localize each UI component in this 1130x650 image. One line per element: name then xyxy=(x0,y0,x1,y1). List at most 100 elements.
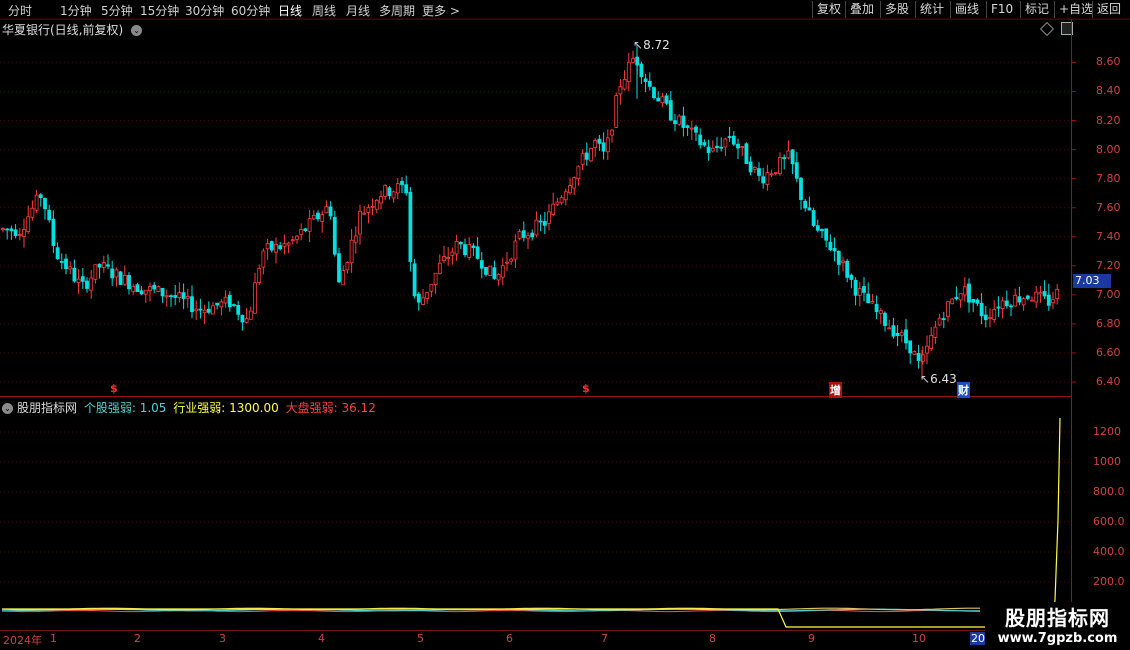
candle-down xyxy=(227,294,232,308)
candle-down xyxy=(832,247,837,252)
kline-chart xyxy=(0,18,1130,631)
candle-up xyxy=(563,191,568,201)
indicator-header: ⌄ 股朋指标网 个股强弱: 1.05 行业强弱: 1300.00 大盘强弱: 36… xyxy=(2,399,376,416)
candle-up xyxy=(467,244,472,258)
candle-down xyxy=(463,244,467,255)
price-tick-label: 7.00 xyxy=(1096,287,1121,301)
candle-up xyxy=(568,185,572,194)
candle-up xyxy=(769,173,774,176)
event-marker-dividend[interactable]: $ xyxy=(582,382,590,395)
candle-up xyxy=(614,95,619,128)
candle-up xyxy=(622,79,627,90)
candle-up xyxy=(752,166,757,170)
candle-down xyxy=(215,302,220,306)
candle-down xyxy=(744,143,749,164)
candle-up xyxy=(710,147,715,152)
candle-down xyxy=(967,283,971,303)
candle-up xyxy=(765,172,770,185)
candle-up xyxy=(89,277,94,291)
indicator-name: 股朋指标网 xyxy=(17,401,78,415)
candle-down xyxy=(97,263,102,268)
candle-up xyxy=(740,146,745,148)
candle-down xyxy=(647,80,652,87)
candle-up xyxy=(946,301,950,317)
candle-down xyxy=(891,325,896,337)
date-month-tick: 7 xyxy=(601,632,608,645)
candle-down xyxy=(316,212,320,220)
candle-up xyxy=(450,251,455,256)
candle-up xyxy=(282,243,287,247)
candle-down xyxy=(521,230,526,238)
candle-up xyxy=(290,239,295,242)
indicator-tick-label: 800.0 xyxy=(1093,485,1125,498)
candle-down xyxy=(916,353,921,361)
date-cursor-tick[interactable]: 20 xyxy=(970,632,986,645)
candle-down xyxy=(719,146,724,149)
candle-up xyxy=(345,261,350,271)
candle-down xyxy=(849,274,854,280)
candle-up xyxy=(437,262,442,275)
candle-down xyxy=(639,63,644,78)
candle-up xyxy=(605,137,610,153)
price-tick-label: 8.60 xyxy=(1096,55,1121,69)
watermark-logo: 股朋指标网 www.7gpzb.com xyxy=(985,602,1130,650)
candle-down xyxy=(975,299,980,304)
candle-down xyxy=(601,142,606,152)
candle-up xyxy=(526,235,530,239)
price-tick-label: 7.20 xyxy=(1096,258,1121,272)
event-marker-increase[interactable]: 增 xyxy=(829,382,842,398)
candle-up xyxy=(442,256,446,261)
candle-down xyxy=(664,95,669,104)
candle-up xyxy=(1021,298,1026,306)
candle-up xyxy=(185,295,190,299)
candle-down xyxy=(824,228,829,241)
price-tick-label: 6.80 xyxy=(1096,316,1121,330)
candle-down xyxy=(479,260,484,269)
candle-up xyxy=(626,61,631,83)
date-year: 2024年 xyxy=(3,634,42,647)
candle-down xyxy=(127,275,131,290)
price-grid xyxy=(0,61,1076,583)
candle-up xyxy=(937,317,942,326)
event-marker-finance[interactable]: 财 xyxy=(957,382,970,398)
candle-up xyxy=(307,218,312,232)
candle-up xyxy=(1013,295,1018,307)
indicator-tick-label: 400.0 xyxy=(1093,545,1125,558)
candle-up xyxy=(421,297,425,305)
candle-up xyxy=(425,292,430,299)
candle-up xyxy=(68,266,73,270)
candle-down xyxy=(643,78,648,83)
event-marker-dividend[interactable]: $ xyxy=(110,382,118,395)
candle-up xyxy=(992,309,997,320)
candle-up xyxy=(219,301,224,308)
candle-down xyxy=(269,241,274,251)
candle-down xyxy=(874,304,879,312)
candle-down xyxy=(43,198,47,210)
candle-up xyxy=(1051,299,1055,304)
candle-down xyxy=(979,302,984,317)
candle-down xyxy=(232,304,236,306)
candle-down xyxy=(761,176,766,184)
high-price-label: ↖8.72 xyxy=(633,38,670,52)
date-month-tick: 4 xyxy=(318,632,325,645)
candle-up xyxy=(34,194,39,211)
candle-up xyxy=(933,326,938,338)
date-month-tick: 6 xyxy=(506,632,513,645)
candle-down xyxy=(471,245,476,249)
candle-up xyxy=(899,332,904,336)
indicator-tick-label: 600.0 xyxy=(1093,515,1125,528)
candle-down xyxy=(106,264,110,267)
chevron-down-icon[interactable]: ⌄ xyxy=(2,403,13,414)
candle-down xyxy=(748,161,753,173)
candle-up xyxy=(362,212,367,215)
candle-down xyxy=(475,246,480,259)
candle-down xyxy=(757,168,761,176)
candlesticks xyxy=(1,45,1060,378)
candle-up xyxy=(26,216,31,233)
candle-up xyxy=(248,310,253,320)
candle-up xyxy=(1055,288,1060,299)
candle-down xyxy=(38,194,43,199)
candle-up xyxy=(320,214,325,222)
candle-up xyxy=(1000,300,1005,310)
candle-up xyxy=(677,115,682,125)
